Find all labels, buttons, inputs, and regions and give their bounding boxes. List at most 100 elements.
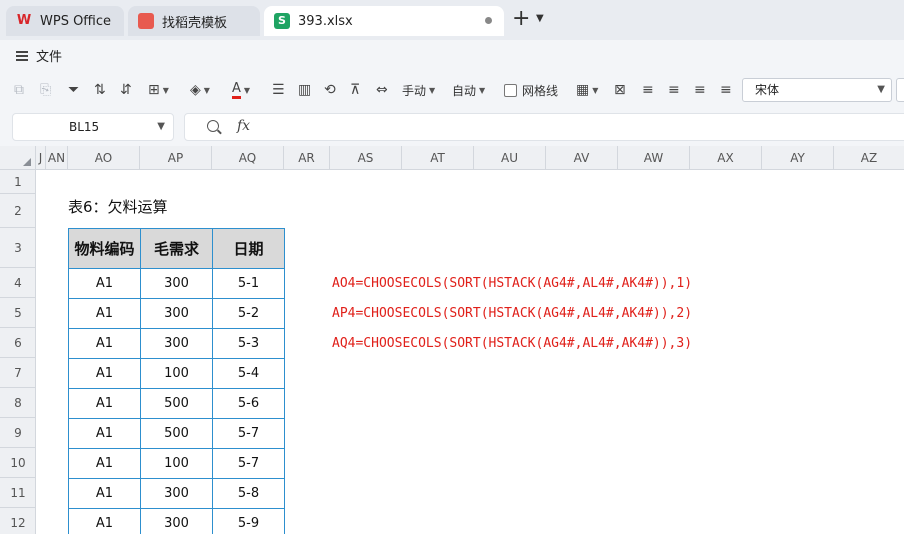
cell-material[interactable]: A1: [68, 268, 141, 299]
function-icon[interactable]: fx: [237, 118, 250, 134]
new-tab-plus-icon[interactable]: +: [512, 8, 530, 30]
clear-format-icon[interactable]: ⊠: [614, 80, 626, 100]
header-date[interactable]: 日期: [212, 228, 285, 269]
fill-color-icon[interactable]: ◈ ▼: [190, 80, 210, 100]
sheet-grid[interactable]: 表6：欠料运算 物料编码 毛需求 日期 A1 300 5-1 A1 300 5-…: [36, 170, 904, 534]
column-header[interactable]: AV: [546, 146, 618, 170]
align-center-icon[interactable]: ≡: [668, 80, 680, 100]
cell-date[interactable]: 5-4: [212, 358, 285, 389]
cell-demand[interactable]: 300: [140, 268, 213, 299]
row-header[interactable]: 2: [0, 194, 36, 228]
cell-date[interactable]: 5-6: [212, 388, 285, 419]
row-header[interactable]: 11: [0, 478, 36, 508]
row-header[interactable]: 9: [0, 418, 36, 448]
cell-date[interactable]: 5-7: [212, 418, 285, 449]
tab-wps-office[interactable]: W WPS Office: [6, 6, 124, 36]
tab-docer-templates[interactable]: 找稻壳模板: [128, 6, 260, 36]
column-header[interactable]: AS: [330, 146, 402, 170]
row-header[interactable]: 3: [0, 228, 36, 268]
cell-demand[interactable]: 300: [140, 508, 213, 534]
align-justify-icon[interactable]: ≡: [720, 80, 732, 100]
cell-material[interactable]: A1: [68, 298, 141, 329]
unsaved-dot-icon[interactable]: [485, 17, 492, 24]
column-header[interactable]: AW: [618, 146, 690, 170]
sort-descending-icon[interactable]: ⇵: [120, 80, 132, 100]
cell-date[interactable]: 5-8: [212, 478, 285, 509]
formula-note-aq4[interactable]: AQ4=CHOOSECOLS(SORT(HSTACK(AG4#,AL4#,AK4…: [332, 336, 692, 351]
manual-label: 手动: [402, 83, 427, 98]
tab-393-xlsx[interactable]: S 393.xlsx: [264, 6, 504, 36]
manual-dropdown[interactable]: 手动 ▼: [402, 80, 435, 100]
auto-dropdown[interactable]: 自动 ▼: [452, 80, 485, 100]
row-header[interactable]: 6: [0, 328, 36, 358]
column-headers: J AN AO AP AQ AR AS AT AU AV AW AX AY AZ: [0, 146, 904, 170]
cell-demand[interactable]: 500: [140, 418, 213, 449]
paste-values-icon[interactable]: ⧉: [14, 80, 24, 100]
cell-date[interactable]: 5-1: [212, 268, 285, 299]
font-family-select[interactable]: 宋体 ▼: [742, 78, 892, 102]
cell-demand[interactable]: 500: [140, 388, 213, 419]
cell-demand[interactable]: 300: [140, 478, 213, 509]
cell-demand[interactable]: 300: [140, 298, 213, 329]
row-header[interactable]: 5: [0, 298, 36, 328]
cell-demand[interactable]: 300: [140, 328, 213, 359]
file-menu-button[interactable]: 文件: [16, 46, 62, 65]
row-header[interactable]: 12: [0, 508, 36, 534]
column-header[interactable]: AZ: [834, 146, 904, 170]
column-header[interactable]: AY: [762, 146, 834, 170]
row-header[interactable]: 1: [0, 170, 36, 194]
cell-demand[interactable]: 100: [140, 448, 213, 479]
paste-icon[interactable]: ⎘: [40, 80, 51, 100]
align-middle-icon[interactable]: ⇔: [376, 80, 388, 100]
filter-icon[interactable]: ⏷: [68, 80, 79, 100]
cell-material[interactable]: A1: [68, 478, 141, 509]
align-left-icon[interactable]: ≡: [642, 80, 654, 100]
column-header[interactable]: AU: [474, 146, 546, 170]
column-header[interactable]: AX: [690, 146, 762, 170]
header-gross-demand[interactable]: 毛需求: [140, 228, 213, 269]
cell-material[interactable]: A1: [68, 388, 141, 419]
gridlines-toggle[interactable]: 网格线: [504, 80, 558, 100]
merge-cells-icon[interactable]: ▥: [298, 80, 311, 100]
column-header[interactable]: J: [36, 146, 46, 170]
font-color-icon[interactable]: A ▼: [232, 80, 250, 100]
cell-demand[interactable]: 100: [140, 358, 213, 389]
gridlines-checkbox[interactable]: [504, 83, 517, 97]
column-header[interactable]: AQ: [212, 146, 284, 170]
sort-ascending-icon[interactable]: ⇅: [94, 80, 106, 100]
row-header[interactable]: 4: [0, 268, 36, 298]
rotate-text-icon[interactable]: ⟲: [324, 80, 336, 100]
select-all-corner[interactable]: [0, 146, 36, 170]
formula-note-ap4[interactable]: AP4=CHOOSECOLS(SORT(HSTACK(AG4#,AL4#,AK4…: [332, 306, 692, 321]
cell-material[interactable]: A1: [68, 508, 141, 534]
column-header[interactable]: AO: [68, 146, 140, 170]
column-header[interactable]: AT: [402, 146, 474, 170]
align-right-icon[interactable]: ≡: [694, 80, 706, 100]
tab-label: 393.xlsx: [298, 13, 353, 29]
cell-material[interactable]: A1: [68, 358, 141, 389]
search-icon[interactable]: [207, 120, 219, 132]
column-header[interactable]: AR: [284, 146, 330, 170]
table-style-icon[interactable]: ▦ ▼: [576, 80, 598, 100]
cell-material[interactable]: A1: [68, 448, 141, 479]
column-header[interactable]: AP: [140, 146, 212, 170]
font-size-select[interactable]: [896, 78, 904, 102]
cell-date[interactable]: 5-3: [212, 328, 285, 359]
border-icon[interactable]: ⊞ ▼: [148, 80, 169, 100]
cell-material[interactable]: A1: [68, 418, 141, 449]
formula-note-ao4[interactable]: AO4=CHOOSECOLS(SORT(HSTACK(AG4#,AL4#,AK4…: [332, 276, 692, 291]
wrap-text-icon[interactable]: ☰: [272, 80, 285, 100]
formula-bar[interactable]: fx: [184, 113, 904, 141]
cell-date[interactable]: 5-2: [212, 298, 285, 329]
row-header[interactable]: 8: [0, 388, 36, 418]
header-material-code[interactable]: 物料编码: [68, 228, 141, 269]
name-box[interactable]: BL15 ▼: [12, 113, 174, 141]
cell-material[interactable]: A1: [68, 328, 141, 359]
cell-date[interactable]: 5-7: [212, 448, 285, 479]
chevron-down-icon[interactable]: ▼: [536, 13, 544, 24]
row-header[interactable]: 7: [0, 358, 36, 388]
align-top-icon[interactable]: ⊼: [350, 80, 360, 100]
row-header[interactable]: 10: [0, 448, 36, 478]
column-header[interactable]: AN: [46, 146, 68, 170]
cell-date[interactable]: 5-9: [212, 508, 285, 534]
